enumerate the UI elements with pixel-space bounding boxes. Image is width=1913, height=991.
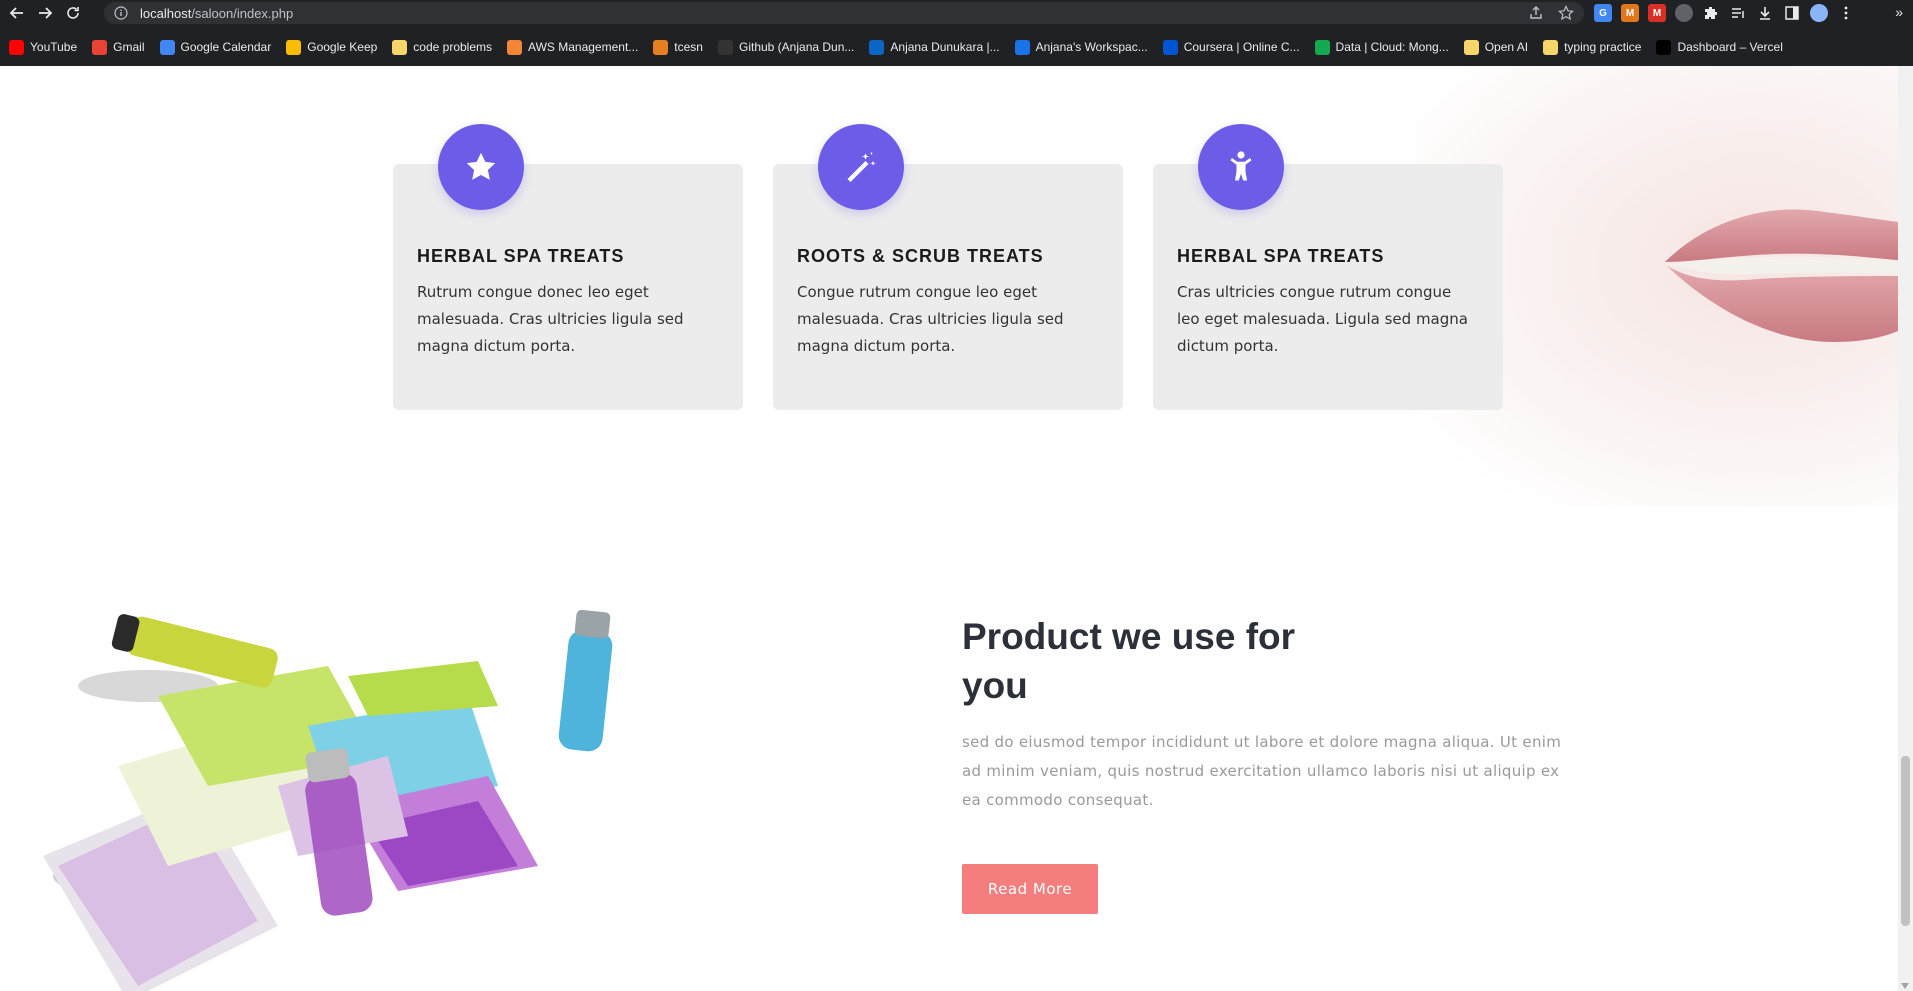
bookmark-item[interactable]: Anjana's Workspac... <box>1014 39 1148 55</box>
bookmark-label: Coursera | Online C... <box>1183 40 1300 54</box>
bookmark-label: Dashboard – Vercel <box>1677 40 1783 54</box>
product-title: Product we use for you <box>962 616 1296 706</box>
service-text: Rutrum congue donec leo eget malesuada. … <box>417 283 684 355</box>
bookmark-label: typing practice <box>1564 40 1642 54</box>
folder-icon <box>1543 39 1559 55</box>
magic-wand-icon <box>847 152 876 182</box>
read-more-button[interactable]: Read More <box>962 864 1098 914</box>
service-badge <box>438 124 524 210</box>
linkedin-icon <box>869 39 885 55</box>
side-panel-icon[interactable] <box>1783 4 1801 22</box>
star-icon <box>466 152 496 180</box>
arrow-right-icon <box>39 7 53 19</box>
tcesn-icon <box>653 39 669 55</box>
child-icon <box>1230 151 1252 181</box>
coursera-icon <box>1162 39 1178 55</box>
reading-list-icon[interactable] <box>1729 4 1747 22</box>
back-button[interactable] <box>6 2 28 24</box>
service-badge <box>1198 124 1284 210</box>
service-title: ROOTS & SCRUB TREATS <box>797 246 1044 266</box>
bookmark-label: tcesn <box>674 40 703 54</box>
forward-button[interactable] <box>34 2 56 24</box>
bookmark-label: Gmail <box>113 40 145 54</box>
reload-icon <box>67 7 79 19</box>
menu-kebab-icon[interactable] <box>1837 4 1855 22</box>
record-extension-icon[interactable] <box>1675 4 1693 22</box>
page-scrollbar[interactable] <box>1898 66 1913 991</box>
product-description: sed do eiusmod tempor incididunt ut labo… <box>962 733 1562 809</box>
service-title: HERBAL SPA TREATS <box>1177 246 1385 266</box>
bookmark-item[interactable]: Data | Cloud: Mong... <box>1314 39 1449 55</box>
bookmark-item[interactable]: Coursera | Online C... <box>1162 39 1300 55</box>
service-card: HERBAL SPA TREATS Cras ultricies congue … <box>1153 124 1503 410</box>
bookmark-label: code problems <box>413 40 493 54</box>
bookmark-item[interactable]: Dashboard – Vercel <box>1656 39 1783 55</box>
keep-icon <box>286 39 302 55</box>
red-extension-icon[interactable]: M <box>1648 4 1666 22</box>
bookmark-label: Anjana's Workspac... <box>1035 40 1148 54</box>
workspace-icon <box>1014 39 1030 55</box>
bookmarks-overflow-icon[interactable]: » <box>1895 4 1903 20</box>
lips-image <box>1665 209 1898 342</box>
scrollbar-thumb[interactable] <box>1901 756 1910 926</box>
products-image <box>43 609 613 991</box>
bookmark-label: AWS Management... <box>528 40 639 54</box>
folder-icon <box>392 39 408 55</box>
share-icon[interactable] <box>1528 5 1544 21</box>
url-path: /saloon/index.php <box>191 5 294 21</box>
info-icon[interactable] <box>114 6 128 20</box>
bookmark-item[interactable]: code problems <box>392 39 493 55</box>
bookmark-item[interactable]: Anjana Dunukara |... <box>869 39 1000 55</box>
browser-toolbar: localhost/saloon/index.php G M M <box>0 0 1913 26</box>
bookmark-label: Open AI <box>1484 40 1529 54</box>
calendar-icon <box>159 39 175 55</box>
metamask-extension-icon[interactable]: M <box>1621 4 1639 22</box>
youtube-icon <box>9 39 24 55</box>
service-text: Cras ultricies congue rutrum congue leo … <box>1177 283 1468 355</box>
bookmark-label: YouTube <box>30 40 78 54</box>
bookmark-item[interactable]: Google Calendar <box>159 39 272 55</box>
mongodb-icon <box>1314 39 1330 55</box>
bookmark-label: Google Calendar <box>180 40 272 54</box>
browser-chrome: localhost/saloon/index.php G M M YouTube… <box>0 0 1913 66</box>
service-card: ROOTS & SCRUB TREATS Congue rutrum congu… <box>773 124 1123 410</box>
service-card: HERBAL SPA TREATS Rutrum congue donec le… <box>393 124 743 410</box>
bookmark-star-icon[interactable] <box>1558 5 1574 21</box>
arrow-left-icon <box>9 7 23 19</box>
profile-avatar-icon[interactable] <box>1810 4 1828 22</box>
omnibox-actions <box>1528 5 1574 21</box>
gmail-icon <box>92 39 108 55</box>
bookmark-item[interactable]: tcesn <box>653 39 703 55</box>
bookmark-item[interactable]: Gmail <box>92 39 145 55</box>
extensions-row: G M M <box>1594 2 1855 24</box>
scroll-down-arrow-icon[interactable] <box>1901 983 1909 989</box>
bookmark-item[interactable]: Google Keep <box>286 39 378 55</box>
github-icon <box>717 39 733 55</box>
bookmarks-bar: YouTube Gmail Google Calendar Google Keep co… <box>0 34 1913 60</box>
bookmark-item[interactable]: typing practice <box>1543 39 1642 55</box>
service-title: HERBAL SPA TREATS <box>417 246 625 266</box>
bookmark-label: Google Keep <box>307 40 378 54</box>
bookmark-label: Data | Cloud: Mong... <box>1335 40 1449 54</box>
page-content: HERBAL SPA TREATS Rutrum congue donec le… <box>0 66 1898 991</box>
reload-button[interactable] <box>62 2 84 24</box>
puzzle-extensions-icon[interactable] <box>1702 4 1720 22</box>
bookmark-label: Anjana Dunukara |... <box>890 40 1000 54</box>
bookmark-item[interactable]: AWS Management... <box>507 39 639 55</box>
service-badge <box>818 124 904 210</box>
bookmark-item[interactable]: YouTube <box>9 39 78 55</box>
folder-icon <box>1463 39 1479 55</box>
address-bar[interactable]: localhost/saloon/index.php <box>104 2 1584 24</box>
url-text: localhost/saloon/index.php <box>140 6 293 21</box>
bookmark-item[interactable]: Open AI <box>1463 39 1529 55</box>
aws-icon <box>507 39 523 55</box>
download-icon[interactable] <box>1756 4 1774 22</box>
service-text: Congue rutrum congue leo eget malesuada.… <box>797 283 1064 355</box>
bookmark-item[interactable]: Github (Anjana Dun... <box>717 39 855 55</box>
translate-extension-icon[interactable]: G <box>1594 4 1612 22</box>
url-host: localhost <box>140 5 192 21</box>
bookmark-label: Github (Anjana Dun... <box>738 40 855 54</box>
vercel-icon <box>1656 39 1672 55</box>
